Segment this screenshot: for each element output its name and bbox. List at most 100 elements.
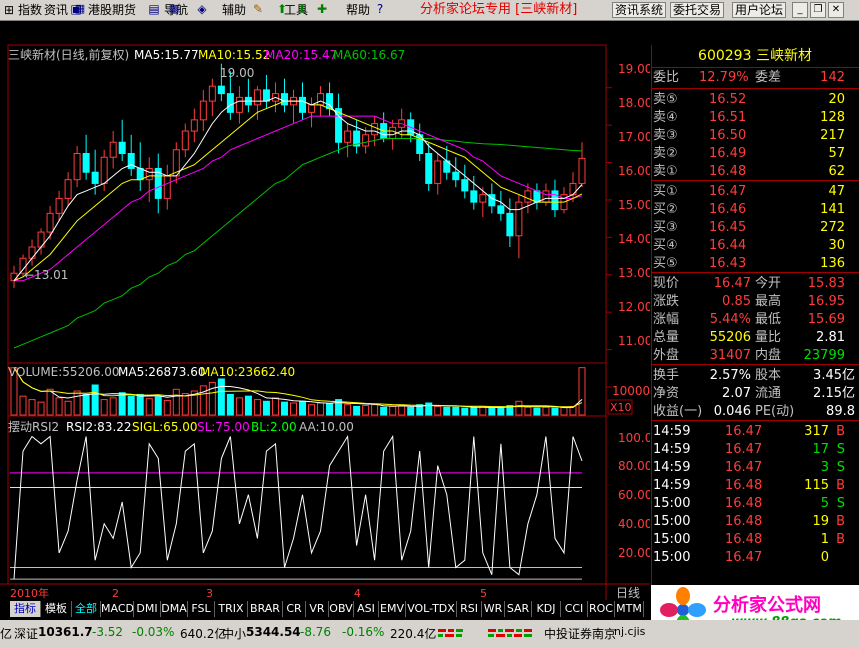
indicator-tab[interactable]: FSL [188, 601, 215, 617]
chart-area[interactable]: 三峡新材(日线,前复权) MA5:15.77 MA10:15.52 MA20:1… [0, 21, 650, 600]
ma5-label: MA5:15.77 [134, 48, 199, 62]
indicator-tab[interactable]: CCI [561, 601, 588, 617]
indicator-tab[interactable]: ASI [354, 601, 379, 617]
period-label[interactable]: 日线 [616, 586, 640, 600]
info-icon[interactable]: ▦ [72, 2, 88, 17]
indicator-tab[interactable]: EMV [379, 601, 406, 617]
tick-volume: 3 [820, 460, 829, 475]
sell-volume: 57 [828, 146, 845, 161]
indicator-tab[interactable]: ROC [588, 601, 615, 617]
volume-bar [398, 405, 406, 416]
zx-change: -8.76 [300, 625, 332, 639]
candle-body [190, 119, 198, 132]
volume-bar [127, 395, 135, 416]
buy-row: 买⑤ 16.43 136 [651, 255, 859, 273]
indicator-tab[interactable]: CR [283, 601, 306, 617]
indicator-tab[interactable]: SAR [505, 601, 532, 617]
weicha-value: 142 [820, 70, 845, 85]
indicator-tab[interactable]: DMI [134, 601, 161, 617]
indicator-tab[interactable]: WR [482, 601, 505, 617]
rsi-tick: 100.00 [618, 431, 650, 445]
tick-price: 16.48 [725, 532, 763, 547]
indicator-tab[interactable]: OBV [329, 601, 354, 617]
volume-bar [289, 402, 297, 416]
menu-item-help[interactable]: 帮助 [346, 2, 370, 18]
trade-button[interactable]: 委托交易 [670, 2, 725, 18]
menu-item-news[interactable]: 资讯 [44, 2, 68, 18]
ma10-label: MA10:15.52 [198, 48, 270, 62]
candle-body [280, 93, 288, 106]
restore-icon[interactable]: ❐ [810, 2, 826, 18]
arrow-down-icon[interactable]: ⬇ [294, 2, 310, 17]
stat-label: 量比 [755, 330, 782, 345]
broker-name[interactable]: 中投证券南京 [544, 625, 616, 642]
stat-label: 最高 [755, 294, 782, 309]
tick-time: 15:00 [653, 496, 691, 511]
zx-pct: -0.16% [342, 625, 385, 639]
high-price-label: 19.00 [220, 66, 254, 80]
volume-bar [362, 405, 370, 416]
indicator-tab[interactable]: TRIX [215, 601, 248, 617]
weibi-row: 委比 12.79% 委差 142 [651, 69, 859, 87]
rsi2-line [13, 434, 583, 580]
indicator-tab[interactable]: BRAR [248, 601, 283, 617]
news-system-button[interactable]: 资讯系统 [612, 2, 667, 18]
aa-label: AA:10.00 [299, 420, 354, 434]
tick-time: 14:59 [653, 442, 691, 457]
volume-bar [118, 392, 126, 416]
sell-row: 卖④ 16.51 128 [651, 109, 859, 127]
candle-body [506, 212, 514, 237]
indicator-tab[interactable]: DMA [161, 601, 188, 617]
volume-bar [280, 401, 288, 416]
arrow-up-icon[interactable]: ⬆ [274, 2, 290, 17]
ma60-label: MA60:16.67 [333, 48, 405, 62]
sell-level-label: 卖③ [653, 128, 678, 143]
volume-bar [37, 401, 45, 416]
indicator-tab[interactable]: KDJ [532, 601, 561, 617]
close-icon[interactable]: ✕ [828, 2, 844, 18]
indicator-tab[interactable]: VR [306, 601, 329, 617]
volume-bar [551, 407, 559, 416]
indicator-tab[interactable]: MACD [101, 601, 134, 617]
indicator-tab-bar: 指标 模板 全部 MACD DMI DMA FSL TRIX BRAR CR VR OBV ASI EMV… [0, 601, 650, 618]
help-icon[interactable]: ? [372, 2, 388, 17]
volume-bar [371, 404, 379, 416]
layout-icon[interactable]: ▩ [166, 2, 182, 17]
tick-time: 14:59 [653, 478, 691, 493]
rsi-tick: 40.00 [618, 517, 650, 531]
bl-label: BL:2.00 [251, 420, 297, 434]
menu-item-index[interactable]: 指数 [18, 2, 42, 18]
candle-body [515, 201, 523, 237]
rsi-tick: 60.00 [618, 488, 650, 502]
volume-bar [262, 400, 270, 416]
candle-body [199, 100, 207, 121]
stat-row: 现价 16.47 今开 15.83 [651, 275, 859, 293]
buy-row: 买③ 16.45 272 [651, 219, 859, 237]
volume-bar [497, 406, 505, 416]
price-tick: 18.00 [618, 96, 650, 110]
menu-index-icon[interactable]: ⊞ [4, 2, 14, 18]
indicator-tab[interactable]: 模板 [41, 601, 72, 617]
tick-volume: 317 [804, 424, 829, 439]
candle-body [226, 93, 234, 113]
broker-tail: nj.cjis [614, 625, 646, 638]
indicator-tab[interactable]: MTM [615, 601, 644, 617]
indicator-tab[interactable]: VOL-TDX [406, 601, 457, 617]
indicator-tab[interactable]: 指标 [10, 601, 41, 617]
forum-button[interactable]: 用户论坛 [732, 2, 787, 18]
volume-bar [82, 393, 90, 416]
stat-value: 5.44% [709, 312, 751, 327]
stat-row: 换手 2.57% 股本 3.45亿 [651, 367, 859, 385]
volume-bar [353, 405, 361, 416]
minimize-icon[interactable]: _ [792, 2, 808, 18]
volume-bar [461, 407, 469, 416]
indicator-tab[interactable]: RSI [457, 601, 482, 617]
buy-level-label: 买④ [653, 238, 678, 253]
volume-bar [434, 405, 442, 416]
candle-body [145, 167, 153, 181]
date-label: 4 [354, 587, 361, 600]
indicator-tab[interactable]: 全部 [72, 601, 101, 617]
stat-value: 16.47 [713, 276, 751, 291]
volume-bar [199, 385, 207, 416]
sell-price: 16.49 [709, 146, 747, 161]
